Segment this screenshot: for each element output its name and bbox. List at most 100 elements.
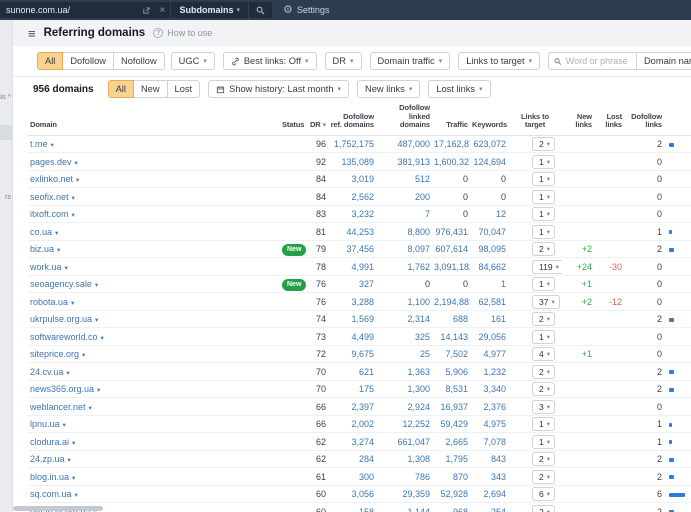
cell-keywords[interactable]: 7,078 — [470, 432, 508, 451]
cell-traffic[interactable]: 870 — [432, 467, 470, 486]
domain-link[interactable]: siteprice.org ▾ — [30, 349, 85, 359]
search-mode-button[interactable] — [248, 2, 272, 18]
cell-dofollow-ref[interactable]: 3,274 — [328, 432, 376, 451]
cell-traffic[interactable]: 688 — [432, 310, 470, 329]
cell-dofollow-linked[interactable]: 2,924 — [376, 397, 432, 416]
cell-keywords[interactable]: 843 — [470, 450, 508, 469]
links-to-target-select[interactable]: 2▾ — [532, 242, 555, 257]
ugc-dropdown[interactable]: UGC ▾ — [170, 52, 215, 70]
cell-dofollow-linked[interactable]: 325 — [376, 327, 432, 346]
cell-traffic[interactable]: 14,143 — [432, 327, 470, 346]
cell-dofollow-ref[interactable]: 44,253 — [328, 222, 376, 241]
best-links-dropdown[interactable]: Best links: Off ▾ — [222, 52, 317, 70]
col-status[interactable]: Status — [280, 101, 306, 136]
domain-link[interactable]: sq.com.ua ▾ — [30, 489, 78, 499]
domain-link[interactable]: news365.org.ua ▾ — [30, 384, 100, 394]
col-dofollow-linked-domains[interactable]: Dofollow linked domains — [376, 101, 432, 136]
cell-dofollow-ref[interactable]: 327 — [328, 275, 376, 294]
cell-keywords[interactable]: 161 — [470, 310, 508, 329]
cell-dofollow-ref[interactable]: 2,397 — [328, 397, 376, 416]
history-all-button[interactable]: All — [107, 80, 134, 98]
cell-traffic[interactable]: 0 — [432, 187, 470, 206]
cell-keywords[interactable]: 12 — [470, 205, 508, 224]
cell-dofollow-ref[interactable]: 2,562 — [328, 187, 376, 206]
links-to-target-select[interactable]: 1 ▾ — [532, 434, 555, 449]
domain-link[interactable]: co.ua ▾ — [30, 227, 58, 237]
cell-dofollow-linked[interactable]: 661,047 — [376, 432, 432, 451]
domain-link[interactable]: work.ua ▾ — [30, 262, 68, 272]
clear-target-icon[interactable]: × — [154, 2, 170, 18]
cell-dofollow-ref[interactable]: 158 — [328, 502, 376, 512]
links-to-target-select[interactable]: 1 ▾ — [532, 277, 555, 292]
links-to-target-select[interactable]: 6 ▾ — [532, 487, 555, 502]
cell-keywords[interactable]: 3,340 — [470, 380, 508, 399]
show-history-dropdown[interactable]: Show history: Last month ▾ — [208, 80, 350, 98]
word-search-field[interactable] — [548, 52, 637, 70]
cell-dofollow-linked[interactable]: 8,097 — [376, 240, 432, 259]
cell-dofollow-ref[interactable]: 3,232 — [328, 205, 376, 224]
domain-link[interactable]: lpnu.ua ▾ — [30, 419, 66, 429]
domain-link[interactable]: itxoft.com ▾ — [30, 209, 75, 219]
cell-keywords[interactable]: 0 — [470, 187, 508, 206]
dr-filter-dropdown[interactable]: DR ▾ — [324, 52, 362, 70]
hamburger-menu-icon[interactable]: ≡ — [28, 27, 36, 40]
how-to-use-link[interactable]: ? How to use — [153, 28, 212, 38]
new-links-dropdown[interactable]: New links ▾ — [357, 80, 421, 98]
cell-traffic[interactable]: 7,502 — [432, 345, 470, 364]
sidebar-selected-item[interactable] — [0, 125, 12, 140]
cell-dofollow-linked[interactable]: 1,762 — [376, 257, 432, 276]
history-new-button[interactable]: New — [132, 80, 168, 98]
domain-link[interactable]: robota.ua ▾ — [30, 297, 74, 307]
links-to-target-select[interactable]: 1 ▾ — [532, 154, 555, 169]
col-dofollow-links[interactable]: Dofollow links — [624, 101, 664, 136]
cell-dofollow-ref[interactable]: 2,002 — [328, 415, 376, 434]
cell-dofollow-ref[interactable]: 1,752,175 — [328, 135, 376, 154]
cell-dofollow-linked[interactable]: 7 — [376, 205, 432, 224]
cell-dofollow-ref[interactable]: 4,499 — [328, 327, 376, 346]
links-to-target-dropdown[interactable]: Links to target ▾ — [458, 52, 541, 70]
lost-links-dropdown[interactable]: Lost links ▾ — [428, 80, 491, 98]
cell-traffic[interactable]: 976,431 — [432, 222, 470, 241]
history-lost-button[interactable]: Lost — [166, 80, 201, 98]
cell-keywords[interactable]: 343 — [470, 467, 508, 486]
cell-dofollow-ref[interactable]: 3,288 — [328, 292, 376, 311]
cell-traffic[interactable]: 17,162,872 — [432, 135, 470, 154]
links-to-target-select[interactable]: 3 ▾ — [532, 399, 555, 414]
links-to-target-select[interactable]: 2▾ — [532, 137, 555, 152]
col-new-links[interactable]: New links — [562, 101, 594, 136]
settings-button[interactable]: ⚙ Settings — [283, 0, 329, 20]
domain-link[interactable]: seofix.net ▾ — [30, 192, 75, 202]
cell-dofollow-linked[interactable]: 25 — [376, 345, 432, 364]
cell-dofollow-linked[interactable]: 2,314 — [376, 310, 432, 329]
filter-nofollow-button[interactable]: Nofollow — [113, 52, 165, 70]
sidebar-item-fragment[interactable]: sis ^ — [0, 94, 11, 101]
cell-dofollow-linked[interactable]: 1,100 — [376, 292, 432, 311]
cell-dofollow-linked[interactable]: 29,359 — [376, 485, 432, 504]
links-to-target-select[interactable]: 2▾ — [532, 382, 555, 397]
cell-dofollow-ref[interactable]: 1,569 — [328, 310, 376, 329]
cell-keywords[interactable]: 70,047 — [470, 222, 508, 241]
domain-link[interactable]: 24.zp.ua ▾ — [30, 454, 71, 464]
links-to-target-select[interactable]: 2▾ — [532, 469, 555, 484]
filter-all-button[interactable]: All — [37, 52, 64, 70]
cell-dofollow-ref[interactable]: 3,019 — [328, 170, 376, 189]
cell-dofollow-linked[interactable]: 512 — [376, 170, 432, 189]
cell-dofollow-ref[interactable]: 3,056 — [328, 485, 376, 504]
links-to-target-select[interactable]: 119 ▾ — [532, 259, 562, 274]
domain-link[interactable]: biz.ua ▾ — [30, 244, 60, 254]
cell-dofollow-linked[interactable]: 381,913 — [376, 152, 432, 171]
links-to-target-select[interactable]: 1 ▾ — [532, 224, 555, 239]
cell-dofollow-linked[interactable]: 1,363 — [376, 362, 432, 381]
domain-link[interactable]: pages.dev ▾ — [30, 157, 78, 167]
cell-keywords[interactable]: 84,662 — [470, 257, 508, 276]
cell-traffic[interactable]: 16,937 — [432, 397, 470, 416]
links-to-target-select[interactable]: 1 ▾ — [532, 329, 555, 344]
cell-keywords[interactable]: 2,694 — [470, 485, 508, 504]
cell-dofollow-ref[interactable]: 300 — [328, 467, 376, 486]
horizontal-scrollbar[interactable] — [13, 506, 103, 511]
cell-dofollow-linked[interactable]: 1,144 — [376, 502, 432, 512]
cell-keywords[interactable]: 623,072 — [470, 135, 508, 154]
domain-link[interactable]: 24.cv.ua ▾ — [30, 367, 70, 377]
target-url-input[interactable]: sunone.com.ua/ — [0, 5, 138, 15]
domain-link[interactable]: ukrpulse.org.ua ▾ — [30, 314, 98, 324]
